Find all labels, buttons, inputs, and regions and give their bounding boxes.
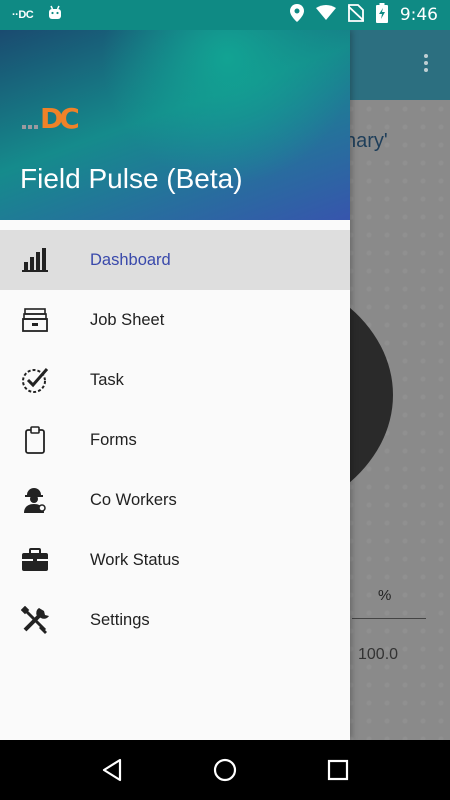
worker-icon: [20, 485, 50, 515]
menu-item-label: Forms: [90, 430, 137, 449]
menu-item-task[interactable]: Task: [0, 350, 350, 410]
menu-item-label: Work Status: [90, 550, 180, 569]
menu-item-settings[interactable]: Settings: [0, 590, 350, 650]
table-header-percent: %: [378, 587, 392, 604]
location-icon: [289, 3, 304, 27]
menu-item-co-workers[interactable]: Co Workers: [0, 470, 350, 530]
drawer-header: DC Field Pulse (Beta): [0, 30, 350, 220]
file-box-icon: [20, 305, 50, 335]
tools-icon: [20, 605, 50, 635]
wifi-icon: [315, 4, 336, 26]
battery-charging-icon: [375, 2, 388, 28]
status-bar: ··DC 9:46: [0, 0, 450, 30]
menu-item-label: Co Workers: [90, 490, 177, 509]
table-cell-value: 100.0: [358, 646, 399, 663]
summary-heading: nary': [345, 130, 388, 152]
menu-item-label: Job Sheet: [90, 310, 165, 329]
drawer-menu: Dashboard Job Sheet Task Forms Co Worker…: [0, 230, 350, 650]
android-icon: [47, 5, 63, 26]
briefcase-icon: [20, 545, 50, 575]
overflow-menu-icon[interactable]: [424, 54, 428, 72]
menu-item-dashboard[interactable]: Dashboard: [0, 230, 350, 290]
menu-item-forms[interactable]: Forms: [0, 410, 350, 470]
navigation-drawer: DC Field Pulse (Beta) Dashboard Job Shee…: [0, 30, 350, 740]
system-navigation-bar: [0, 740, 450, 800]
logo-letters: DC: [40, 102, 80, 135]
table-divider: [352, 618, 426, 619]
back-icon[interactable]: [92, 750, 132, 790]
menu-item-label: Task: [90, 370, 124, 389]
bar-chart-icon: [20, 245, 50, 275]
drawer-title: Field Pulse (Beta): [20, 163, 243, 194]
app-logo-icon: ··DC: [12, 9, 34, 21]
clipboard-icon: [20, 425, 50, 455]
clock: 9:46: [399, 5, 438, 25]
menu-item-work-status[interactable]: Work Status: [0, 530, 350, 590]
menu-item-label: Dashboard: [90, 250, 171, 269]
menu-item-label: Settings: [90, 610, 150, 629]
app-logo: DC: [22, 102, 80, 135]
no-sim-icon: [347, 3, 365, 27]
task-check-icon: [20, 365, 50, 395]
recents-icon[interactable]: [318, 750, 358, 790]
menu-item-job-sheet[interactable]: Job Sheet: [0, 290, 350, 350]
home-icon[interactable]: [205, 750, 245, 790]
